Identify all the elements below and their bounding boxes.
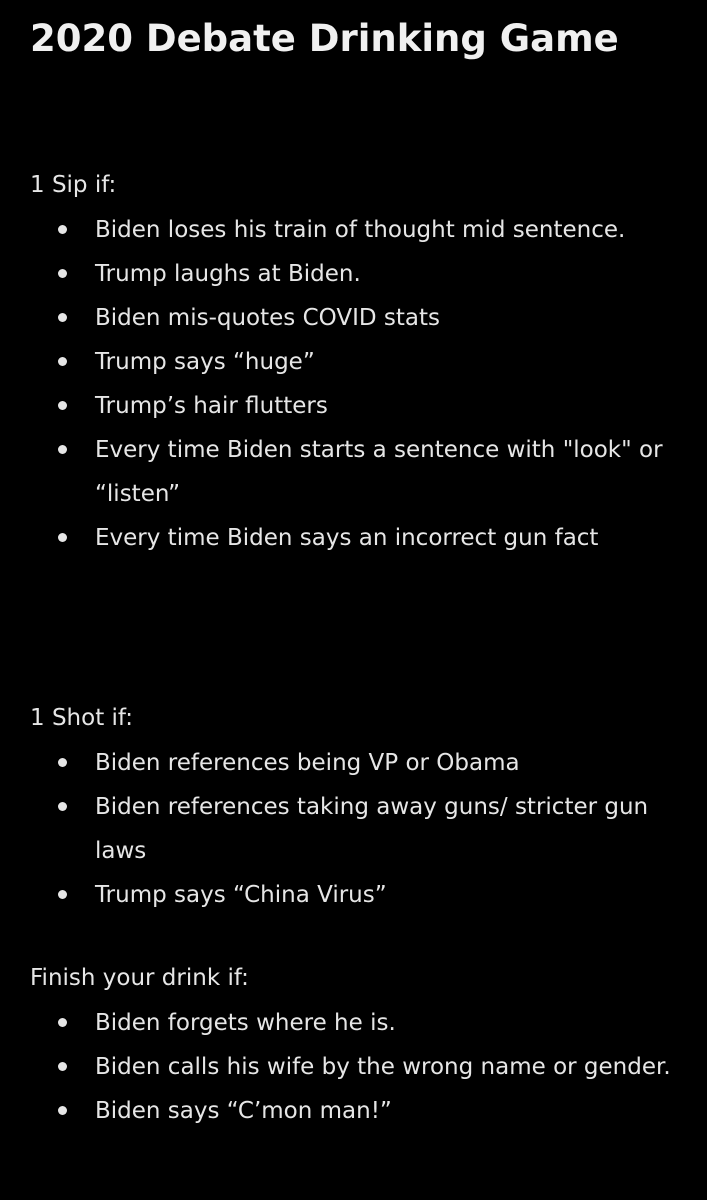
list-item: Biden mis-quotes COVID stats [30, 296, 690, 340]
section-sip: 1 Sip if: Biden loses his train of thoug… [30, 170, 690, 560]
bullet-icon [58, 313, 67, 322]
list-item-text: Trump’s hair flutters [95, 393, 328, 419]
section-finish: Finish your drink if: Biden forgets wher… [30, 963, 690, 1133]
list-item-text: Trump says “China Virus” [95, 882, 387, 908]
section-shot: 1 Shot if: Biden references being VP or … [30, 703, 690, 917]
section-heading: Finish your drink if: [30, 965, 249, 991]
bullet-icon [58, 401, 67, 410]
list-item-text: Biden references taking away guns/ stric… [95, 794, 649, 864]
bullet-icon [58, 269, 67, 278]
list-item: Trump laughs at Biden. [30, 252, 690, 296]
bullet-list: Biden loses his train of thought mid sen… [30, 208, 690, 560]
list-item-text: Biden references being VP or Obama [95, 750, 520, 776]
bullet-list: Biden references being VP or Obama Biden… [30, 741, 690, 917]
list-item-text: Biden loses his train of thought mid sen… [95, 217, 626, 243]
section-heading: 1 Sip if: [30, 172, 117, 198]
bullet-icon [58, 445, 67, 454]
list-item: Biden references taking away guns/ stric… [30, 785, 690, 873]
list-item-text: Trump says “huge” [95, 349, 315, 375]
list-item-text: Every time Biden starts a sentence with … [95, 437, 663, 507]
list-item-text: Biden says “C’mon man!” [95, 1098, 392, 1124]
bullet-icon [58, 1018, 67, 1027]
bullet-list: Biden forgets where he is. Biden calls h… [30, 1001, 690, 1133]
list-item: Biden references being VP or Obama [30, 741, 690, 785]
bullet-icon [58, 533, 67, 542]
page-title: 2020 Debate Drinking Game [30, 17, 619, 60]
list-item: Every time Biden starts a sentence with … [30, 428, 690, 516]
bullet-icon [58, 1062, 67, 1071]
list-item-text: Every time Biden says an incorrect gun f… [95, 525, 599, 551]
list-item: Biden forgets where he is. [30, 1001, 690, 1045]
list-item-text: Biden mis-quotes COVID stats [95, 305, 440, 331]
list-item-text: Trump laughs at Biden. [95, 261, 361, 287]
list-item: Every time Biden says an incorrect gun f… [30, 516, 690, 560]
bullet-icon [58, 890, 67, 899]
list-item-text: Biden forgets where he is. [95, 1010, 396, 1036]
document-page: 2020 Debate Drinking Game 1 Sip if: Bide… [0, 0, 707, 1200]
bullet-icon [58, 802, 67, 811]
bullet-icon [58, 357, 67, 366]
bullet-icon [58, 225, 67, 234]
list-item-text: Biden calls his wife by the wrong name o… [95, 1054, 671, 1080]
list-item: Trump’s hair flutters [30, 384, 690, 428]
list-item: Trump says “China Virus” [30, 873, 690, 917]
bullet-icon [58, 758, 67, 767]
list-item: Trump says “huge” [30, 340, 690, 384]
list-item: Biden loses his train of thought mid sen… [30, 208, 690, 252]
bullet-icon [58, 1106, 67, 1115]
list-item: Biden calls his wife by the wrong name o… [30, 1045, 690, 1089]
section-heading: 1 Shot if: [30, 705, 133, 731]
list-item: Biden says “C’mon man!” [30, 1089, 690, 1133]
